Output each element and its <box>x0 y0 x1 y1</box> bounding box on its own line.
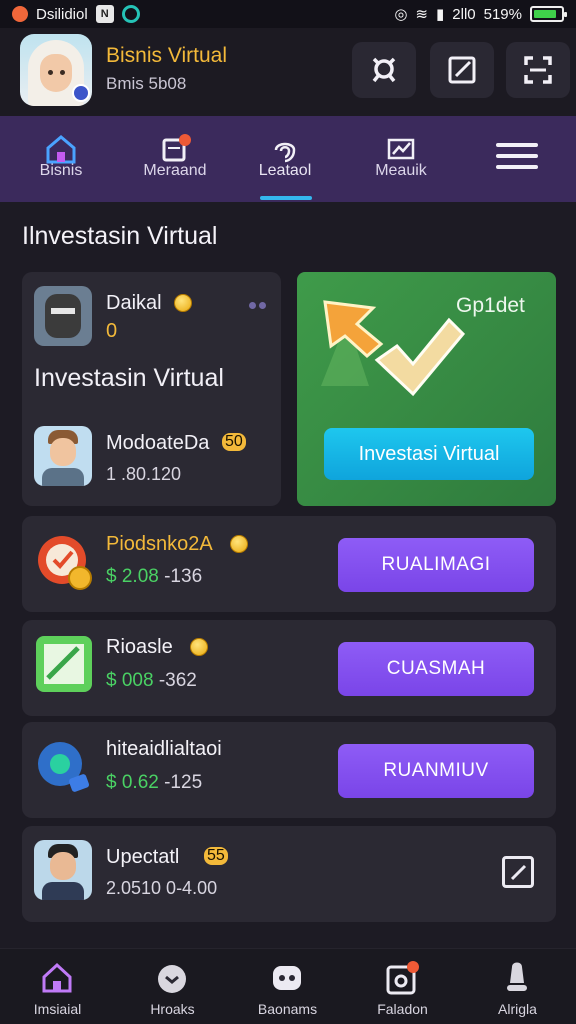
bottom-tab-home[interactable]: Imsiaial <box>0 949 115 1024</box>
tab-label: Bisnis <box>39 162 83 179</box>
header-title: Bisnis Virtual <box>106 44 227 67</box>
edit-button[interactable] <box>430 42 494 98</box>
invest-virtual-button[interactable]: Investasi Virtual <box>324 428 534 480</box>
tab-label: Leataol <box>258 162 312 179</box>
investor-name: ModoateDa <box>106 432 210 454</box>
carrier-label: Dsilidiol <box>36 5 88 23</box>
edit-icon <box>448 56 476 84</box>
status-bar: Dsilidiol N ◎ ≋ ▮ 2ll0 519% <box>0 0 576 28</box>
alarm-icon: ◎ <box>394 6 408 23</box>
coin-icon <box>230 535 248 553</box>
bottom-tab-baonams[interactable]: Baonams <box>230 949 345 1024</box>
battery-icon <box>530 6 567 22</box>
coin-icon <box>174 294 192 312</box>
row-value: $ 2.08 -136 <box>106 566 203 587</box>
user-avatar <box>34 286 92 346</box>
fingerprint-icon <box>274 142 296 163</box>
app-notification-icon <box>12 6 28 22</box>
bottom-tab-label: Hroaks <box>150 1001 195 1017</box>
tab-meraand[interactable]: Meraand <box>120 116 230 202</box>
update-row[interactable] <box>22 826 556 922</box>
tab-meauik[interactable]: Meauik <box>346 116 456 202</box>
row-value: $ 0.62 -125 <box>106 772 203 793</box>
coin-icon <box>190 638 208 656</box>
row-action-button[interactable]: CUASMAH <box>338 642 534 696</box>
row-title: Rioasle <box>106 636 173 658</box>
card-user-name: Daikal <box>106 292 162 314</box>
signal-icon: ▮ <box>436 6 445 23</box>
home-icon <box>42 962 72 993</box>
tab-label: Meauik <box>375 162 427 179</box>
clock-coin-icon <box>38 536 92 590</box>
scan-button[interactable] <box>506 42 570 98</box>
top-navigation: Bisnis Meraand Leataol Meauik <box>0 116 576 202</box>
wallet-icon <box>386 961 419 995</box>
scan-icon <box>524 56 552 84</box>
time-label: 2ll0 <box>452 5 476 23</box>
investor-value: 1 .80.120 <box>106 464 182 484</box>
card-headline: Investasin Virtual <box>34 364 224 392</box>
battery-percent: 519% <box>483 5 522 23</box>
bottom-navigation: Imsiaial Hroaks Baonams Faladon Alrigla <box>0 948 576 1024</box>
sync-icon <box>121 5 140 23</box>
update-badge: 55 <box>204 847 228 865</box>
row-title: hiteaidlialtaoi <box>106 738 222 760</box>
card-user-value: 0 <box>106 320 118 342</box>
header-subtitle: Bmis 5b08 <box>106 74 187 93</box>
row-action-button[interactable]: RUANMIUV <box>338 744 534 798</box>
growth-chart-icon <box>36 636 92 692</box>
update-avatar <box>34 840 92 900</box>
active-tab-indicator <box>260 196 312 200</box>
home-icon <box>46 135 76 164</box>
wifi-icon: ≋ <box>415 6 428 23</box>
bottom-tab-label: Baonams <box>257 1001 318 1017</box>
row-value: $ 008 -362 <box>106 670 197 691</box>
bottom-tab-label: Imsiaial <box>33 1001 82 1017</box>
more-options-icon[interactable] <box>246 296 266 314</box>
chart-board-icon <box>387 138 415 160</box>
tab-leataol[interactable]: Leataol <box>230 116 340 202</box>
chat-icon <box>273 966 301 990</box>
bottom-tab-label: Alrigla <box>498 1001 537 1017</box>
row-title: Upectatl <box>106 846 180 868</box>
bottom-tab-faladon[interactable]: Faladon <box>345 949 460 1024</box>
edit-icon[interactable] <box>502 856 534 888</box>
timer-icon <box>158 965 186 993</box>
row-title: Piodsnko2A <box>106 533 213 555</box>
bottom-tab-hroaks[interactable]: Hroaks <box>115 949 230 1024</box>
menu-icon[interactable] <box>496 143 538 173</box>
profile-icon <box>507 962 527 991</box>
tab-label: Meraand <box>143 162 207 179</box>
bottom-tab-alrigla[interactable]: Alrigla <box>460 949 575 1024</box>
trend-arrow-icon <box>321 300 466 397</box>
section-title: Ilnvestasin Virtual <box>22 222 218 250</box>
gear-coin-icon <box>38 742 90 792</box>
search-icon <box>372 57 396 83</box>
notification-square-icon: N <box>95 5 114 23</box>
search-button[interactable] <box>352 42 416 98</box>
calendar-icon <box>162 134 191 162</box>
app-header: Bisnis Virtual Bmis 5b08 <box>0 28 576 116</box>
tab-bisnis[interactable]: Bisnis <box>6 116 116 202</box>
profile-avatar[interactable] <box>20 34 92 106</box>
featured-label: Gp1det <box>456 294 525 317</box>
update-value: 2.0510 0-4.00 <box>106 878 218 898</box>
bottom-tab-label: Faladon <box>377 1001 428 1017</box>
verified-badge-icon <box>72 84 90 102</box>
row-action-button[interactable]: RUALIMAGI <box>338 538 534 592</box>
investor-badge: 50 <box>222 433 246 451</box>
investor-avatar <box>34 426 92 486</box>
